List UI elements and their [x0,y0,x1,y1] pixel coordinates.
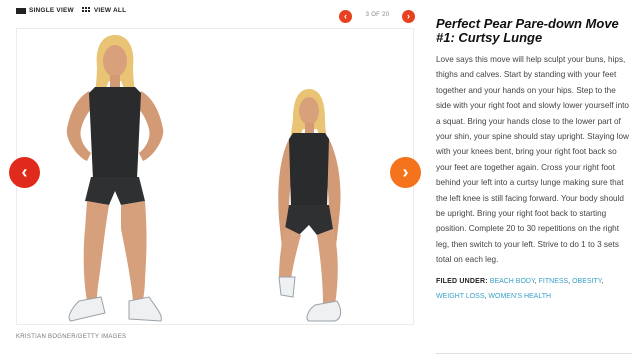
view-all-label: VIEW ALL [93,7,127,14]
photo-credit: KRISTIAN BOGNER/GETTY IMAGES [16,334,127,340]
slide-description: Love says this move will help sculpt you… [436,55,629,265]
standing-figure [66,35,164,322]
view-toggle: SINGLE VIEW VIEW ALL [16,7,126,14]
filed-under-label: FILED UNDER: [436,277,488,285]
pager-prev-button[interactable]: ‹ [339,10,352,23]
slide-pager: ‹ 3 OF 20 › [339,10,415,24]
pager-next-button[interactable]: › [402,10,415,23]
single-view-label: SINGLE VIEW [29,7,74,14]
exercise-photo-illustration [66,35,342,322]
slide-photo [16,28,414,325]
tag-link[interactable]: WEIGHT LOSS [436,293,485,300]
single-view-button[interactable]: SINGLE VIEW [16,7,74,14]
slide-title: Perfect Pear Pare-down Move #1: Curtsy L… [436,16,619,45]
view-all-button[interactable]: VIEW ALL [81,7,127,14]
filed-under: FILED UNDER: BEACH BODY, FITNESS, OBESIT… [436,277,604,300]
slide-counter: 3 OF 20 [365,12,390,18]
chevron-right-icon: › [407,11,410,21]
tag-link[interactable]: BEACH BODY [490,278,535,285]
slide-next-button[interactable]: › [390,157,421,188]
slide-caption: Perfect Pear Pare-down Move #1: Curtsy L… [436,17,632,304]
chevron-left-icon: ‹ [21,162,28,182]
slide-prev-button[interactable]: ‹ [9,157,40,188]
tag-link[interactable]: FITNESS [539,278,569,285]
tag-link[interactable]: WOMEN'S HEALTH [488,293,551,300]
tag-link[interactable]: OBESITY [572,278,601,285]
grid-view-icon [81,7,91,14]
chevron-right-icon: › [402,162,409,182]
divider [436,353,632,354]
chevron-left-icon: ‹ [344,11,347,21]
lunging-figure [278,89,342,322]
single-view-icon [16,7,26,14]
